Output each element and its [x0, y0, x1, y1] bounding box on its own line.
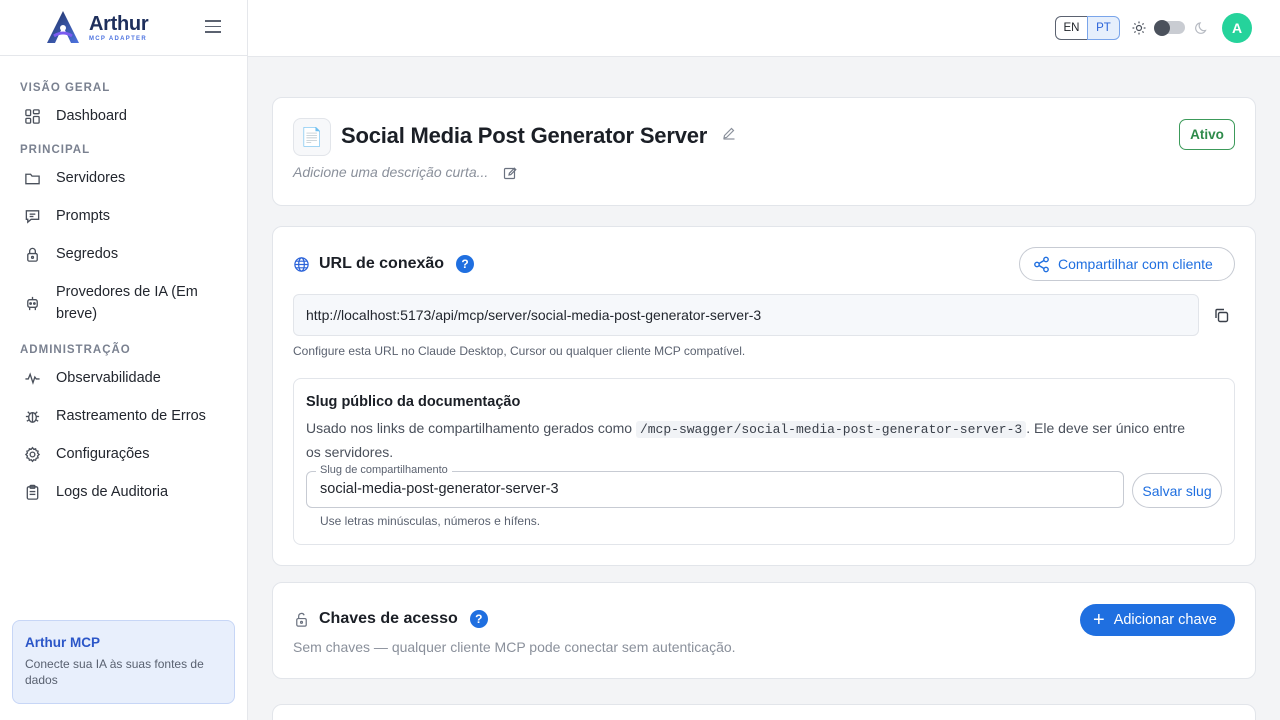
description-placeholder[interactable]: Adicione uma descrição curta...: [293, 164, 488, 180]
sidebar-item-logs[interactable]: Logs de Auditoria: [0, 473, 247, 511]
folder-icon: [25, 173, 40, 185]
connection-url-help: Configure esta URL no Claude Desktop, Cu…: [293, 344, 746, 358]
nav-section-title: VISÃO GERAL: [20, 82, 111, 94]
plus-icon: +: [1093, 609, 1105, 631]
promo-title: Arthur MCP: [25, 635, 100, 650]
keys-header: Chaves de acesso ?: [293, 610, 488, 628]
slug-input[interactable]: Slug de compartilhamento social-media-po…: [306, 464, 1124, 508]
robot-icon: [27, 296, 38, 311]
sidebar-item-servidores[interactable]: Servidores: [0, 159, 247, 197]
promo-text: Conecte sua IA às suas fontes de dados: [25, 657, 204, 687]
edit-description-icon[interactable]: [503, 166, 517, 180]
moon-icon: [1195, 22, 1207, 34]
sun-icon: [1132, 21, 1146, 35]
sidebar-item-label: Configurações: [56, 446, 150, 462]
slug-description: Usado nos links de compartilhamento gera…: [306, 417, 1186, 463]
promo-card: Arthur MCP Conecte sua IA às suas fontes…: [12, 620, 235, 704]
globe-icon: [294, 256, 309, 272]
slug-title: Slug público da documentação: [306, 394, 521, 410]
server-title[interactable]: Social Media Post Generator Server: [341, 123, 707, 149]
dashboard-icon: [25, 109, 40, 124]
lang-en-button[interactable]: EN: [1055, 16, 1088, 40]
share-icon: [1034, 256, 1049, 272]
slug-section: Slug público da documentação Usado nos l…: [293, 378, 1235, 545]
slug-input-label: Slug de compartilhamento: [316, 464, 452, 476]
keys-title: Chaves de acesso: [319, 610, 458, 627]
add-key-label: Adicionar chave: [1113, 612, 1217, 628]
connection-url-field[interactable]: http://localhost:5173/api/mcp/server/soc…: [293, 294, 1199, 336]
copy-icon[interactable]: [1213, 307, 1230, 324]
sidebar-item-configuracoes[interactable]: Configurações: [0, 435, 247, 473]
sidebar-item-label: Provedores de IA (Em breve): [56, 284, 198, 322]
slug-desc-text: Usado nos links de compartilhamento gera…: [306, 420, 636, 436]
theme-toggle[interactable]: [1154, 19, 1185, 36]
nav-section-title: ADMINISTRAÇÃO: [20, 344, 131, 356]
sidebar-item-segredos[interactable]: Segredos: [0, 235, 247, 273]
gear-icon: [24, 446, 41, 463]
slug-input-value: social-media-post-generator-server-3: [320, 481, 559, 497]
sidebar-nav: VISÃO GERAL Dashboard PRINCIPAL Servidor…: [0, 56, 247, 511]
share-label: Compartilhar com cliente: [1058, 256, 1213, 272]
next-card: [272, 704, 1256, 720]
sidebar-item-rastreamento[interactable]: Rastreamento de Erros: [0, 397, 247, 435]
pulse-icon: [25, 372, 40, 385]
sidebar-item-provedores[interactable]: Provedores de IA (Em breve): [0, 273, 247, 333]
sidebar-item-label: Logs de Auditoria: [56, 484, 169, 500]
chat-icon: [25, 210, 40, 224]
brand-subtitle: MCP ADAPTER: [89, 35, 147, 42]
help-icon[interactable]: ?: [469, 610, 488, 628]
sidebar-item-label: Observabilidade: [56, 370, 161, 386]
topbar: EN PT A: [248, 0, 1280, 57]
access-keys-card: Chaves de acesso ? + Adicionar chave Sem…: [272, 582, 1256, 679]
slug-desc-code: /mcp-swagger/social-media-post-generator…: [635, 421, 1027, 438]
edit-title-icon[interactable]: [722, 126, 736, 140]
sidebar-item-label: Servidores: [56, 170, 126, 186]
sidebar-item-label: Dashboard: [56, 108, 127, 124]
unlock-icon: [296, 612, 307, 627]
connection-title: URL de conexão: [319, 255, 445, 272]
help-icon[interactable]: ?: [456, 255, 475, 273]
sidebar-item-observabilidade[interactable]: Observabilidade: [0, 359, 247, 397]
connection-card: URL de conexão ? Compartilhar com client…: [272, 226, 1256, 566]
share-with-client-button[interactable]: Compartilhar com cliente: [1019, 247, 1235, 281]
connection-header: URL de conexão ?: [293, 255, 475, 273]
bug-icon: [25, 411, 40, 423]
arthur-logo-icon: [47, 10, 79, 43]
menu-toggle-icon[interactable]: [205, 20, 221, 36]
document-icon: 📄: [293, 118, 331, 156]
nav-section-title: PRINCIPAL: [20, 144, 91, 156]
lang-pt-button[interactable]: PT: [1087, 16, 1120, 40]
sidebar: Arthur MCP ADAPTER VISÃO GERAL Dashboard…: [0, 0, 248, 720]
save-slug-button[interactable]: Salvar slug: [1132, 473, 1222, 508]
brand: Arthur MCP ADAPTER: [0, 0, 247, 56]
sidebar-item-dashboard[interactable]: Dashboard: [0, 97, 247, 135]
clipboard-icon: [26, 484, 39, 500]
status-badge: Ativo: [1179, 119, 1235, 150]
slug-hint: Use letras minúsculas, números e hífens.: [320, 514, 541, 528]
sidebar-item-label: Segredos: [56, 246, 119, 262]
language-switcher: EN PT: [1055, 16, 1120, 40]
brand-name: Arthur: [89, 12, 149, 35]
add-key-button[interactable]: + Adicionar chave: [1080, 604, 1235, 636]
sidebar-item-prompts[interactable]: Prompts: [0, 197, 247, 235]
keys-empty-text: Sem chaves — qualquer cliente MCP pode c…: [293, 639, 736, 655]
connection-url: http://localhost:5173/api/mcp/server/soc…: [306, 307, 762, 323]
sidebar-item-label: Rastreamento de Erros: [56, 408, 206, 424]
lock-icon: [27, 247, 38, 262]
avatar[interactable]: A: [1222, 13, 1252, 43]
sidebar-item-label: Prompts: [56, 208, 110, 224]
theme-toggle-knob: [1154, 19, 1170, 36]
server-header-card: 📄 Social Media Post Generator Server Adi…: [272, 97, 1256, 206]
